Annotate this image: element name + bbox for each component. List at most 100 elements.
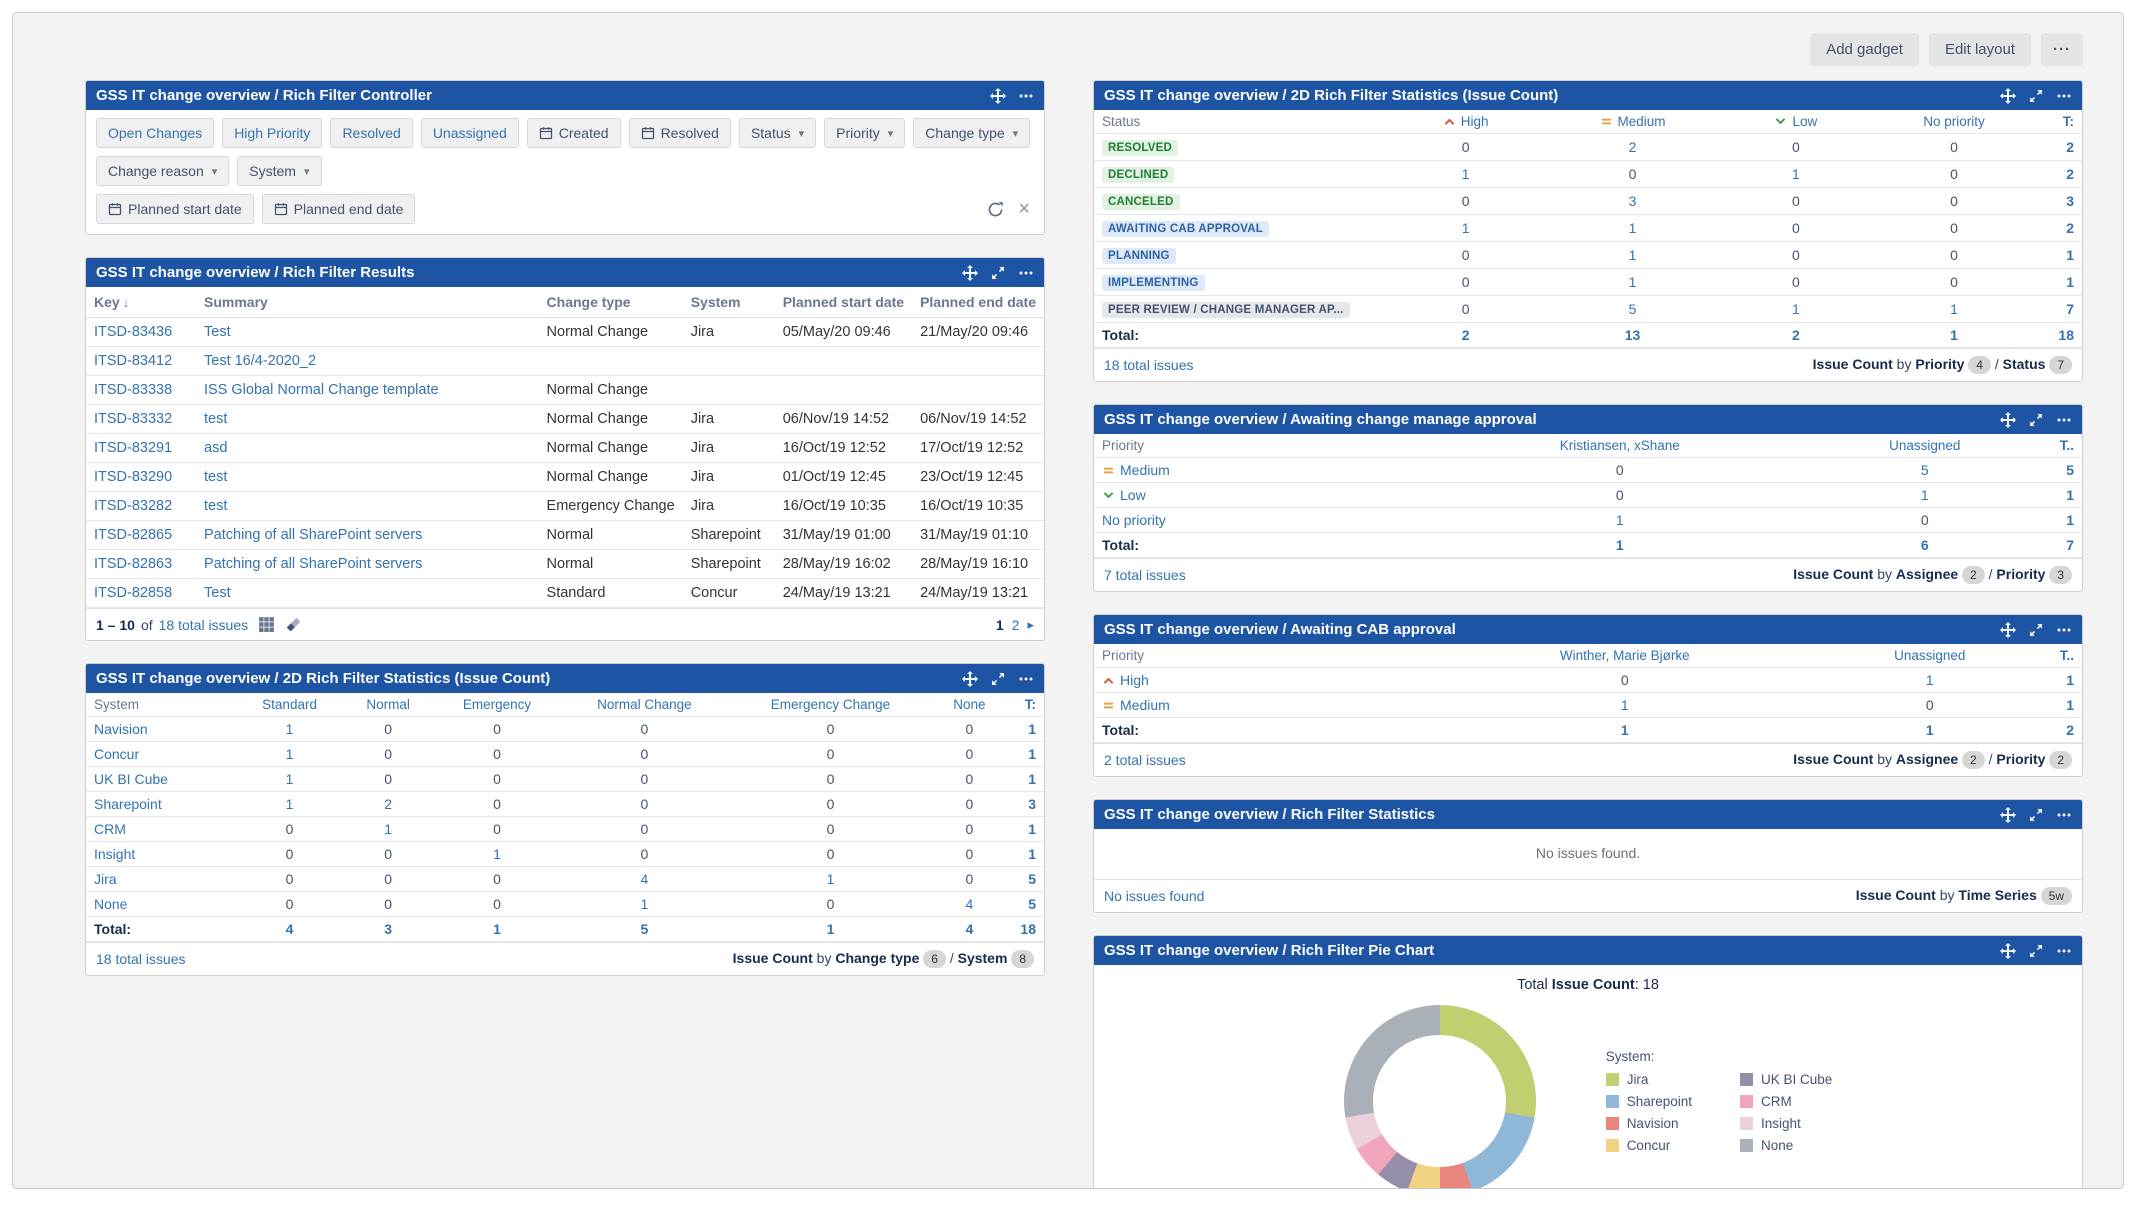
issue-summary-link[interactable]: ISS Global Normal Change template — [204, 382, 439, 398]
pivot-row-label-link[interactable]: Sharepoint — [94, 796, 162, 812]
stat-column-total[interactable]: 1 — [1864, 323, 2044, 348]
pivot-row-label-link[interactable]: Low — [1120, 487, 1146, 503]
stat-row-total[interactable]: 1 — [2044, 508, 2082, 533]
issue-key-link[interactable]: ITSD-83338 — [94, 382, 172, 398]
footer-dimension[interactable]: Priority — [1996, 751, 2045, 767]
edit-columns-icon[interactable] — [285, 616, 302, 633]
status-lozenge[interactable]: PLANNING — [1102, 248, 1176, 264]
stat-value[interactable]: 1 — [1394, 215, 1537, 242]
issue-summary-link[interactable]: Test — [204, 585, 231, 601]
stat-column-total[interactable]: 1 — [1434, 718, 1816, 743]
more-gadget-icon[interactable] — [2056, 943, 2072, 959]
pivot-total-header[interactable]: T.. — [2044, 434, 2082, 458]
move-gadget-icon[interactable] — [2000, 88, 2016, 104]
total-issues-link[interactable]: 2 total issues — [1104, 752, 1186, 768]
stat-column-total[interactable]: 1 — [433, 917, 561, 942]
stat-value[interactable]: 1 — [561, 892, 728, 917]
stat-value[interactable]: 1 — [1537, 215, 1727, 242]
pivot-column-header[interactable]: Winther, Marie Bjørke — [1434, 644, 1816, 668]
stat-row-total[interactable]: 5 — [1006, 892, 1044, 917]
dropdown-filter-button[interactable]: Status▾ — [739, 118, 816, 148]
stat-value[interactable]: 1 — [343, 817, 433, 842]
expand-gadget-icon[interactable] — [990, 671, 1006, 687]
pivot-total-header[interactable]: T: — [1006, 693, 1044, 717]
stat-row-total[interactable]: 5 — [2044, 458, 2082, 483]
stat-value[interactable]: 1 — [1537, 242, 1727, 269]
more-gadget-icon[interactable] — [1018, 88, 1034, 104]
gadget-header[interactable]: GSS IT change overview / Rich Filter Pie… — [1094, 936, 2082, 965]
stat-row-total[interactable]: 1 — [1006, 817, 1044, 842]
stat-grand-total[interactable]: 7 — [2044, 533, 2082, 558]
issue-key-link[interactable]: ITSD-83412 — [94, 353, 172, 369]
stat-column-total[interactable]: 5 — [561, 917, 728, 942]
date-filter-button[interactable]: Created — [527, 118, 621, 148]
page-1-button[interactable]: 1 — [996, 617, 1004, 633]
date-filter-button[interactable]: Resolved — [629, 118, 731, 148]
more-gadget-icon[interactable] — [2056, 622, 2072, 638]
pivot-column-header[interactable]: Low — [1728, 110, 1864, 134]
issue-key-link[interactable]: ITSD-83291 — [94, 440, 172, 456]
quick-filter-button[interactable]: Unassigned — [421, 118, 519, 148]
date-range-filter-button[interactable]: Planned end date — [262, 194, 416, 224]
stat-value[interactable]: 1 — [236, 767, 343, 792]
status-lozenge[interactable]: IMPLEMENTING — [1102, 275, 1205, 291]
footer-dimension[interactable]: System — [958, 950, 1008, 966]
stat-value[interactable]: 1 — [1806, 483, 2044, 508]
stat-value[interactable]: 5 — [1537, 296, 1727, 323]
status-lozenge[interactable]: RESOLVED — [1102, 140, 1178, 156]
stat-row-total[interactable]: 1 — [1006, 742, 1044, 767]
footer-dimension[interactable]: Assignee — [1896, 566, 1958, 582]
dropdown-filter-button[interactable]: Change reason▾ — [96, 156, 229, 186]
pivot-column-header[interactable]: Unassigned — [1806, 434, 2044, 458]
total-issues-link[interactable]: 7 total issues — [1104, 567, 1186, 583]
quick-filter-button[interactable]: High Priority — [222, 118, 322, 148]
pivot-column-header[interactable]: No priority — [1864, 110, 2044, 134]
move-gadget-icon[interactable] — [962, 671, 978, 687]
stat-value[interactable]: 1 — [1728, 161, 1864, 188]
expand-gadget-icon[interactable] — [2028, 807, 2044, 823]
no-issues-link[interactable]: No issues found — [1104, 888, 1204, 904]
stat-column-total[interactable]: 13 — [1537, 323, 1727, 348]
stat-value[interactable]: 1 — [728, 867, 933, 892]
stat-value[interactable]: 5 — [1806, 458, 2044, 483]
issue-summary-link[interactable]: Patching of all SharePoint servers — [204, 527, 422, 543]
stat-value[interactable]: 1 — [236, 717, 343, 742]
stat-value[interactable]: 1 — [1728, 296, 1864, 323]
pivot-row-label-link[interactable]: Medium — [1120, 462, 1170, 478]
issue-key-link[interactable]: ITSD-82865 — [94, 527, 172, 543]
stat-column-total[interactable]: 6 — [1806, 533, 2044, 558]
footer-dimension[interactable]: Time Series — [1958, 887, 2036, 903]
stat-column-total[interactable]: 1 — [1816, 718, 2044, 743]
stat-value[interactable]: 1 — [236, 792, 343, 817]
issue-summary-link[interactable]: Patching of all SharePoint servers — [204, 556, 422, 572]
gadget-header[interactable]: GSS IT change overview / Rich Filter Sta… — [1094, 800, 2082, 829]
pivot-column-header[interactable]: Normal Change — [561, 693, 728, 717]
pivot-row-label-link[interactable]: None — [94, 896, 127, 912]
pivot-column-header[interactable]: None — [933, 693, 1006, 717]
pivot-row-label-link[interactable]: Insight — [94, 846, 135, 862]
pivot-column-header[interactable]: Kristiansen, xShane — [1434, 434, 1806, 458]
total-issues-link[interactable]: 18 total issues — [1104, 357, 1194, 373]
table-view-icon[interactable] — [258, 616, 275, 633]
close-icon[interactable]: × — [1018, 199, 1030, 219]
quick-filter-button[interactable]: Resolved — [330, 118, 412, 148]
issue-summary-link[interactable]: test — [204, 411, 227, 427]
pivot-row-label-link[interactable]: CRM — [94, 821, 126, 837]
stat-value[interactable]: 1 — [236, 742, 343, 767]
status-lozenge[interactable]: AWAITING CAB APPROVAL — [1102, 221, 1269, 237]
next-page-icon[interactable]: ▸ — [1027, 617, 1034, 633]
stat-column-total[interactable]: 2 — [1728, 323, 1864, 348]
footer-dimension[interactable]: Change type — [835, 950, 919, 966]
column-header-planned-start[interactable]: Planned start date — [775, 287, 912, 318]
more-gadget-icon[interactable] — [1018, 671, 1034, 687]
issue-key-link[interactable]: ITSD-82863 — [94, 556, 172, 572]
status-lozenge[interactable]: CANCELED — [1102, 194, 1180, 210]
pivot-column-header[interactable]: Standard — [236, 693, 343, 717]
stat-value[interactable]: 2 — [1537, 134, 1727, 161]
move-gadget-icon[interactable] — [2000, 622, 2016, 638]
issue-summary-link[interactable]: test — [204, 469, 227, 485]
stat-grand-total[interactable]: 18 — [1006, 917, 1044, 942]
gadget-header[interactable]: GSS IT change overview / Rich Filter Con… — [86, 81, 1044, 110]
column-header-summary[interactable]: Summary — [196, 287, 539, 318]
footer-dimension[interactable]: Priority — [1915, 356, 1964, 372]
